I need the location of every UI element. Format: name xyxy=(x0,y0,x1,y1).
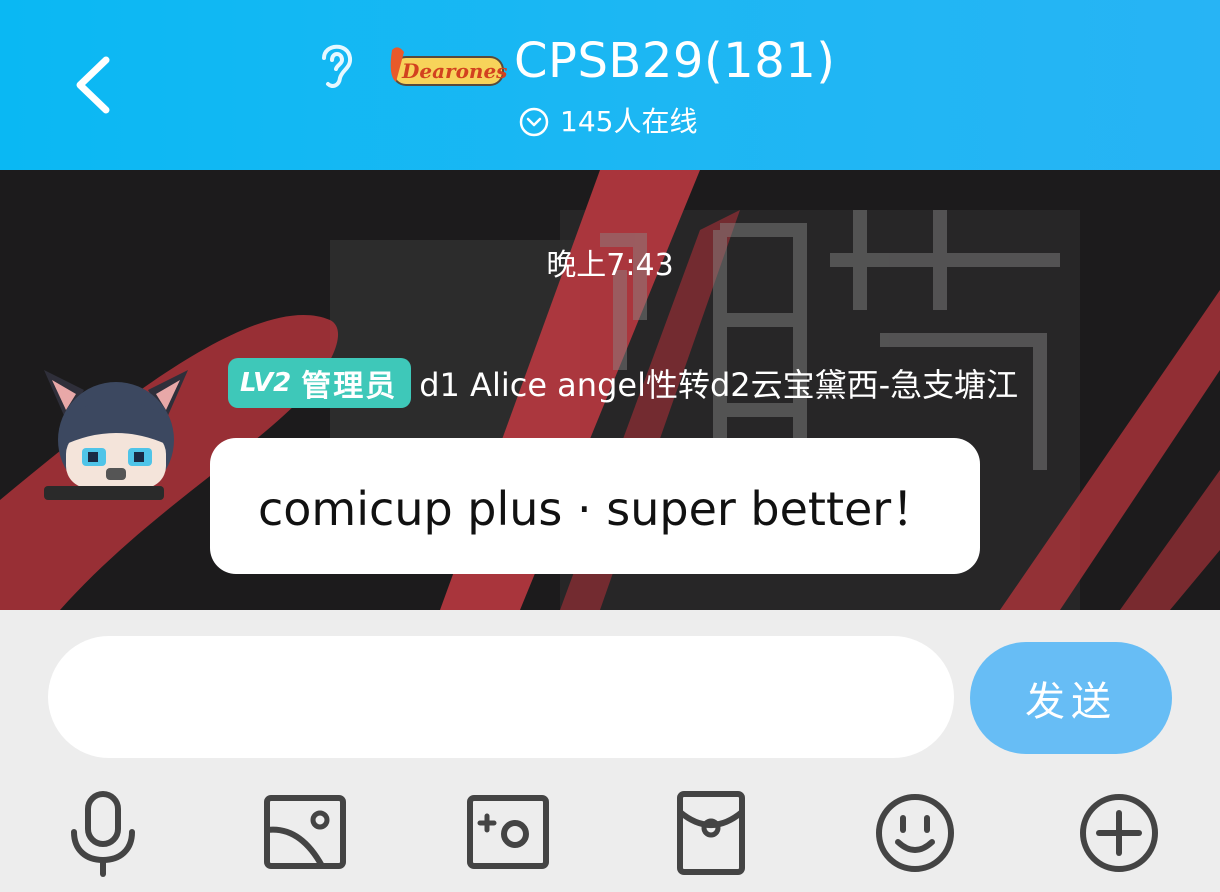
camera-button[interactable] xyxy=(463,788,553,878)
group-title[interactable]: CPSB29(181) xyxy=(514,28,836,94)
camera-icon xyxy=(467,795,549,869)
admin-badge: LV2 管理员 xyxy=(228,358,412,408)
chevron-down-circle-icon xyxy=(519,107,549,137)
chevron-left-icon xyxy=(76,56,110,114)
level-badge: LV2 xyxy=(240,368,292,398)
ear-icon[interactable] xyxy=(312,36,360,94)
message-bubble[interactable]: comicup plus · super better！ xyxy=(210,438,980,574)
emoji-button[interactable] xyxy=(870,788,960,878)
group-logo-image: Dearones xyxy=(390,47,507,86)
red-packet-icon xyxy=(677,791,745,875)
online-status[interactable]: 145人在线 xyxy=(518,102,697,142)
role-badge: 管理员 xyxy=(301,369,398,404)
message-input[interactable] xyxy=(48,636,954,758)
image-button[interactable] xyxy=(260,788,350,878)
chat-header: Dearones CPSB29(181) 145人在线 xyxy=(0,0,1220,170)
plus-icon xyxy=(1080,794,1158,872)
back-button[interactable] xyxy=(62,50,132,120)
online-count: 145人在线 xyxy=(560,105,698,138)
voice-button[interactable] xyxy=(58,788,148,878)
microphone-icon xyxy=(71,791,135,877)
message-text: comicup plus · super better！ xyxy=(258,482,938,536)
message-timestamp: 晚上7:43 xyxy=(546,248,674,283)
svg-text:Dearones: Dearones xyxy=(401,59,507,83)
send-button[interactable]: 发送 xyxy=(970,642,1172,754)
image-icon xyxy=(264,795,346,869)
chat-area[interactable]: 晚上7:43 LV2 管理员 d1 Alice angel性转d2云宝黛西-急支… xyxy=(0,170,1220,610)
red-packet-button[interactable] xyxy=(666,788,756,878)
message-composer: 发送 xyxy=(0,610,1220,892)
sender-info: LV2 管理员 d1 Alice angel性转d2云宝黛西-急支塘江 xyxy=(228,358,1018,408)
emoji-icon xyxy=(876,794,954,872)
more-button[interactable] xyxy=(1074,788,1164,878)
sender-avatar[interactable] xyxy=(36,350,196,510)
sender-name[interactable]: d1 Alice angel性转d2云宝黛西-急支塘江 xyxy=(419,360,1018,406)
